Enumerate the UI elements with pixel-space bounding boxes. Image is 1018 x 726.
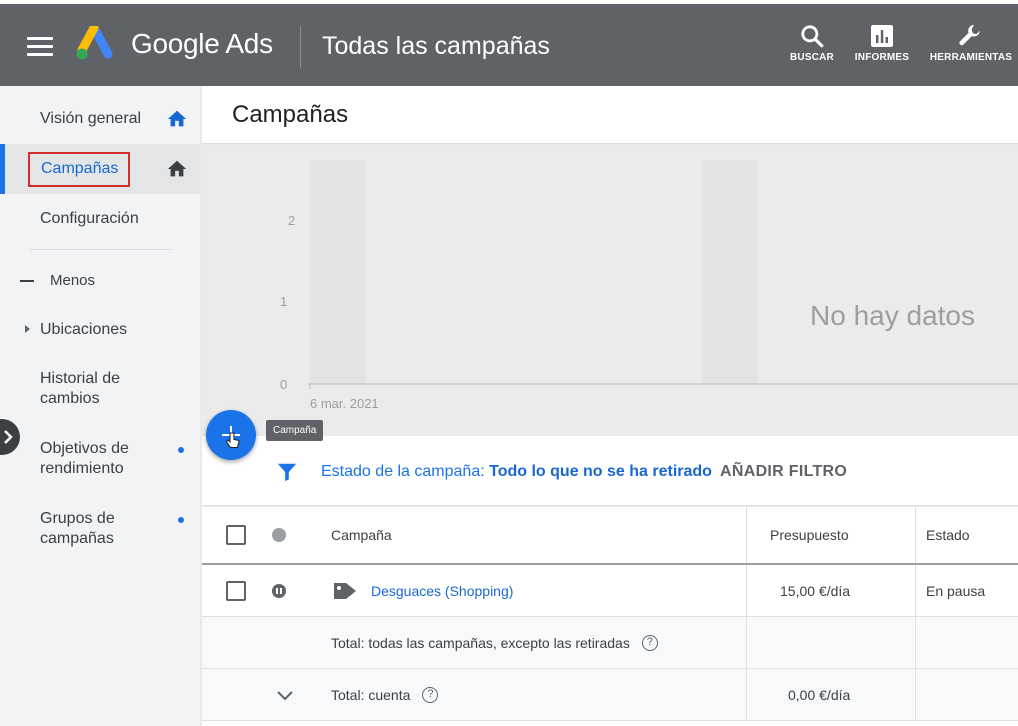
sidebar-item-label: Historial de cambios bbox=[40, 370, 121, 407]
y-tick-label: 1 bbox=[280, 294, 287, 309]
total-account-budget: 0,00 €/día bbox=[788, 686, 851, 703]
help-icon[interactable]: ? bbox=[641, 634, 658, 651]
chevron-right-icon bbox=[4, 430, 13, 444]
performance-chart: 2 1 0 6 mar. 2021 No hay datos bbox=[202, 146, 1018, 436]
hand-cursor-icon bbox=[226, 432, 240, 448]
reports-icon bbox=[871, 25, 893, 47]
help-icon[interactable]: ? bbox=[422, 686, 439, 703]
campaign-name-link[interactable]: Desguaces (Shopping) bbox=[371, 565, 513, 616]
total-row: Total: todas las campañas, excepto las r… bbox=[202, 617, 1018, 669]
table-header-row: Campaña Presupuesto Estado bbox=[202, 507, 1018, 565]
add-filter-button[interactable]: AÑADIR FILTRO bbox=[720, 463, 847, 481]
search-label: BUSCAR bbox=[790, 52, 834, 63]
less-label: Menos bbox=[50, 272, 96, 289]
sidebar-item-history[interactable]: Historial de cambios bbox=[0, 369, 200, 413]
google-ads-logo bbox=[76, 26, 113, 60]
campaigns-table: Campaña Presupuesto Estado Desguaces (Sh… bbox=[202, 507, 1018, 726]
header-divider bbox=[300, 26, 301, 68]
sidebar-item-campaign-groups[interactable]: Grupos de campañas bbox=[0, 509, 200, 553]
sidebar-collapse-toggle[interactable]: Menos bbox=[20, 272, 95, 289]
main-content: Campañas 2 1 0 6 mar. 2021 No hay datos … bbox=[200, 86, 1018, 726]
search-button[interactable]: BUSCAR bbox=[786, 20, 838, 63]
sidebar-item-label: Visión general bbox=[40, 110, 142, 127]
sidebar-item-locations[interactable]: Ubicaciones bbox=[0, 316, 200, 342]
sidebar-item-goals[interactable]: Objetivos de rendimiento bbox=[0, 439, 200, 483]
chevron-down-icon[interactable] bbox=[276, 689, 294, 701]
sidebar-item-label: Objetivos de rendimiento bbox=[40, 440, 129, 477]
reports-label: INFORMES bbox=[854, 52, 910, 63]
reports-button[interactable]: INFORMES bbox=[852, 20, 912, 63]
column-header-campaign[interactable]: Campaña bbox=[331, 507, 392, 563]
selected-indicator bbox=[0, 144, 5, 194]
chart-band bbox=[310, 160, 366, 384]
wrench-icon bbox=[959, 24, 980, 46]
total-all-label: Total: todas las campañas, excepto las r… bbox=[331, 634, 630, 651]
search-icon bbox=[801, 25, 824, 48]
filter-icon[interactable] bbox=[276, 461, 298, 483]
table-row: Desguaces (Shopping) 15,00 €/día En paus… bbox=[202, 565, 1018, 617]
sidebar-item-label: Grupos de campañas bbox=[40, 510, 115, 547]
sidebar-item-label: Ubicaciones bbox=[40, 321, 128, 338]
campaign-budget[interactable]: 15,00 €/día bbox=[780, 565, 850, 616]
menu-icon[interactable] bbox=[27, 37, 53, 57]
top-app-bar: Google Ads Todas las campañas BUSCAR INF… bbox=[0, 0, 1018, 86]
x-tick-label: 6 mar. 2021 bbox=[310, 396, 379, 411]
page-header: Campañas bbox=[202, 86, 1018, 144]
y-tick-label: 2 bbox=[288, 213, 295, 228]
column-header-budget[interactable]: Presupuesto bbox=[770, 507, 849, 563]
page-title: Campañas bbox=[232, 101, 349, 128]
sidebar-item-label: Configuración bbox=[40, 210, 139, 227]
sidebar-item-campaigns[interactable]: Campañas bbox=[0, 144, 200, 194]
total-account-label: Total: cuenta bbox=[331, 686, 411, 703]
sidebar: Visión general Campañas Configuración Me… bbox=[0, 86, 200, 726]
campaign-status-filter[interactable]: Estado de la campaña: Todo lo que no se … bbox=[321, 463, 712, 481]
brand-name: Google Ads bbox=[131, 28, 273, 59]
tools-button[interactable]: HERRAMIENTAS bbox=[926, 20, 1016, 63]
new-indicator-dot bbox=[178, 447, 184, 453]
page-name: Todas las campañas bbox=[322, 32, 550, 60]
column-header-status[interactable]: Estado bbox=[926, 507, 970, 563]
status-column-icon bbox=[272, 528, 286, 542]
shopping-tag-icon bbox=[334, 582, 356, 599]
select-all-checkbox[interactable] bbox=[226, 525, 246, 545]
tools-label: HERRAMIENTAS bbox=[929, 52, 1013, 63]
new-indicator-dot bbox=[178, 517, 184, 523]
account-total-row: Total: cuenta? 0,00 €/día bbox=[202, 669, 1018, 721]
chart-empty-message: No hay datos bbox=[810, 300, 975, 331]
sidebar-item-settings[interactable]: Configuración bbox=[0, 198, 200, 242]
caret-right-icon bbox=[25, 325, 30, 333]
minus-icon bbox=[20, 280, 34, 283]
campaign-status[interactable]: En pausa bbox=[926, 565, 985, 616]
filter-bar: Estado de la campaña: Todo lo que no se … bbox=[202, 436, 1018, 506]
chart-band bbox=[702, 160, 758, 384]
fab-tooltip: Campaña bbox=[266, 420, 324, 441]
y-tick-label: 0 bbox=[280, 377, 287, 392]
home-icon bbox=[167, 110, 187, 127]
sidebar-divider bbox=[30, 249, 171, 250]
sidebar-item-overview[interactable]: Visión general bbox=[0, 96, 200, 142]
paused-status-icon[interactable] bbox=[272, 583, 286, 598]
sidebar-item-label: Campañas bbox=[28, 152, 131, 187]
home-icon bbox=[167, 160, 187, 177]
